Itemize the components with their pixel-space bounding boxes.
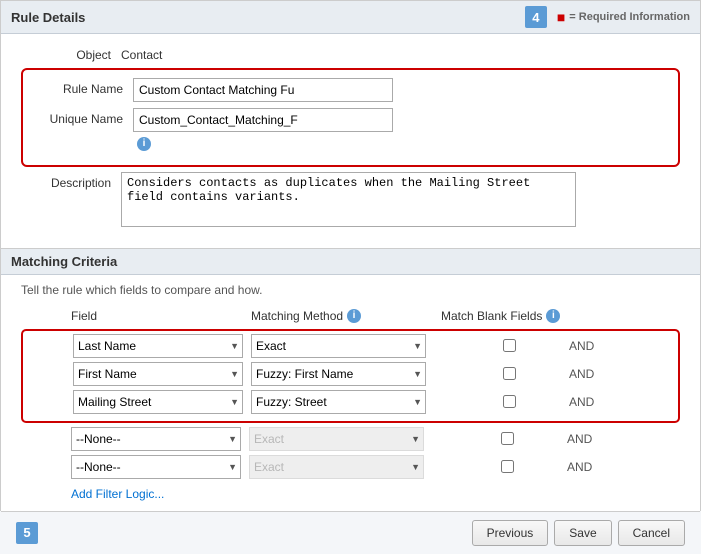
object-value: Contact: [121, 44, 162, 62]
field-select-1[interactable]: Last Name: [73, 334, 243, 358]
criteria-row-2: First Name Fuzzy: First Name AND: [73, 362, 678, 386]
unique-name-input[interactable]: [133, 108, 393, 132]
criteria-row-1: Last Name Exact AND: [73, 334, 678, 358]
rule-details-header: Rule Details 4 ■ = Required Information: [1, 1, 700, 34]
method-select-3[interactable]: Fuzzy: Street: [251, 390, 426, 414]
cancel-button[interactable]: Cancel: [618, 520, 685, 546]
and-label-2: AND: [569, 367, 594, 381]
and-label-3: AND: [569, 395, 594, 409]
rule-name-input[interactable]: [133, 78, 393, 102]
object-row: Object Contact: [21, 44, 680, 62]
matching-subtitle: Tell the rule which fields to compare an…: [21, 283, 680, 297]
description-label: Description: [21, 172, 121, 190]
matching-criteria-title: Matching Criteria: [11, 254, 117, 269]
criteria-row-4: --None-- Exact AND: [21, 427, 680, 451]
blank-checkbox-2[interactable]: [503, 367, 516, 380]
method-select-1[interactable]: Exact: [251, 334, 426, 358]
matching-criteria-header: Matching Criteria: [1, 249, 700, 275]
method-column-header: Matching Method i: [251, 309, 441, 323]
add-filter-logic-link[interactable]: Add Filter Logic...: [71, 487, 164, 501]
highlighted-criteria-rows: Last Name Exact AND: [21, 329, 680, 423]
method-select-4: Exact: [249, 427, 424, 451]
blank-checkbox-5[interactable]: [501, 460, 514, 473]
rule-details-title: Rule Details: [11, 10, 85, 25]
criteria-row-5: --None-- Exact AND: [21, 455, 680, 479]
field-select-2[interactable]: First Name: [73, 362, 243, 386]
description-row: Description Considers contacts as duplic…: [21, 172, 680, 227]
and-label-4: AND: [567, 432, 592, 446]
save-button[interactable]: Save: [554, 520, 611, 546]
criteria-row-3: Mailing Street Fuzzy: Street AND: [73, 390, 678, 414]
description-textarea[interactable]: Considers contacts as duplicates when th…: [121, 172, 576, 227]
and-label-5: AND: [567, 460, 592, 474]
unique-name-info-icon[interactable]: i: [137, 137, 151, 151]
method-info-icon[interactable]: i: [347, 309, 361, 323]
blank-column-header: Match Blank Fields i: [441, 309, 571, 323]
rule-name-label: Rule Name: [33, 78, 133, 96]
blank-checkbox-4[interactable]: [501, 432, 514, 445]
rule-details-content: Object Contact Rule Name Unique Name i: [1, 34, 700, 249]
unique-name-label: Unique Name: [33, 108, 133, 126]
rule-name-row: Rule Name: [33, 78, 668, 102]
previous-button[interactable]: Previous: [472, 520, 549, 546]
matching-content: Tell the rule which fields to compare an…: [1, 275, 700, 511]
step-5-badge: 5: [16, 522, 38, 544]
page-footer: 5 Previous Save Cancel: [1, 511, 700, 554]
criteria-header-row: Field Matching Method i Match Blank Fiel…: [21, 309, 680, 323]
matching-section: Tell the rule which fields to compare an…: [1, 275, 700, 554]
field-column-header: Field: [71, 309, 251, 323]
blank-checkbox-1[interactable]: [503, 339, 516, 352]
and-label-1: AND: [569, 339, 594, 353]
field-select-4[interactable]: --None--: [71, 427, 241, 451]
unique-name-row: Unique Name i: [33, 108, 668, 151]
object-label: Object: [21, 44, 121, 62]
method-select-2[interactable]: Fuzzy: First Name: [251, 362, 426, 386]
required-dot: ■: [557, 9, 565, 25]
required-info: ■ = Required Information: [557, 9, 690, 25]
method-select-5: Exact: [249, 455, 424, 479]
blank-checkbox-3[interactable]: [503, 395, 516, 408]
step-4-badge: 4: [525, 6, 547, 28]
field-select-5[interactable]: --None--: [71, 455, 241, 479]
highlighted-fields-box: Rule Name Unique Name i: [21, 68, 680, 167]
blank-info-icon[interactable]: i: [546, 309, 560, 323]
field-select-3[interactable]: Mailing Street: [73, 390, 243, 414]
footer-buttons: Previous Save Cancel: [472, 520, 685, 546]
